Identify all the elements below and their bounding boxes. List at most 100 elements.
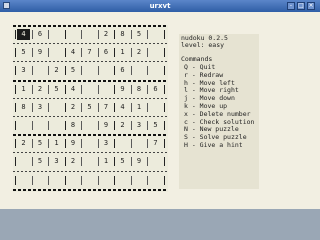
sudoku-cell[interactable] xyxy=(50,47,63,58)
sudoku-cell[interactable]: 5 xyxy=(34,138,47,149)
sudoku-cell[interactable] xyxy=(149,29,162,40)
sudoku-cell[interactable]: 9 xyxy=(116,84,129,95)
sudoku-cell[interactable]: 5 xyxy=(149,120,162,131)
column-separator xyxy=(15,139,16,149)
sudoku-cell[interactable]: 9 xyxy=(67,138,80,149)
sudoku-cell[interactable]: 4 xyxy=(116,102,129,113)
sudoku-cell[interactable] xyxy=(34,120,47,131)
sudoku-cell[interactable]: 6 xyxy=(34,29,47,40)
sudoku-cell[interactable]: 7 xyxy=(100,102,113,113)
board-row: 8 9235 xyxy=(13,120,168,131)
sudoku-cell[interactable] xyxy=(83,120,96,131)
sudoku-cell[interactable] xyxy=(34,175,47,186)
selected-cell[interactable]: 4 xyxy=(17,29,30,40)
sudoku-cell[interactable] xyxy=(83,138,96,149)
sudoku-cell[interactable] xyxy=(149,47,162,58)
sudoku-cell[interactable] xyxy=(17,175,30,186)
sudoku-cell[interactable]: 8 xyxy=(17,102,30,113)
column-separator xyxy=(81,30,82,39)
sudoku-cell[interactable]: 2 xyxy=(133,47,146,58)
sudoku-cell[interactable] xyxy=(83,175,96,186)
sudoku-cell[interactable]: 3 xyxy=(133,120,146,131)
sudoku-cell[interactable] xyxy=(83,65,96,76)
sudoku-cell[interactable] xyxy=(17,120,30,131)
sudoku-cell[interactable]: 1 xyxy=(50,138,63,149)
box-separator xyxy=(13,25,168,27)
title-bar[interactable]: urxvt - □ × xyxy=(0,0,320,12)
sudoku-cell[interactable]: 5 xyxy=(50,84,63,95)
sudoku-cell[interactable] xyxy=(83,29,96,40)
sudoku-cell[interactable]: 6 xyxy=(149,84,162,95)
sudoku-cell[interactable]: 1 xyxy=(133,102,146,113)
sudoku-board[interactable]: 4628559476123256125498683257418923525193… xyxy=(13,25,168,192)
sudoku-cell[interactable] xyxy=(149,65,162,76)
sudoku-cell[interactable]: 8 xyxy=(133,84,146,95)
column-separator xyxy=(97,102,99,112)
sudoku-cell[interactable]: 5 xyxy=(17,47,30,58)
column-separator xyxy=(130,175,132,185)
sudoku-cell[interactable] xyxy=(100,65,113,76)
sudoku-cell[interactable]: 2 xyxy=(50,65,63,76)
maximize-button[interactable]: □ xyxy=(297,2,305,10)
sudoku-cell[interactable]: 4 xyxy=(67,47,80,58)
sudoku-cell[interactable]: 9 xyxy=(34,47,47,58)
sudoku-cell[interactable]: 8 xyxy=(116,29,129,40)
sudoku-cell[interactable]: 1 xyxy=(116,47,129,58)
sudoku-cell[interactable] xyxy=(50,102,63,113)
column-separator xyxy=(97,48,99,58)
sudoku-cell[interactable]: 2 xyxy=(17,138,30,149)
sudoku-cell[interactable]: 5 xyxy=(83,102,96,113)
sudoku-cell[interactable]: 9 xyxy=(133,156,146,167)
sudoku-cell[interactable]: 2 xyxy=(67,156,80,167)
column-separator xyxy=(31,66,33,76)
sudoku-cell[interactable] xyxy=(116,138,129,149)
box-separator xyxy=(13,134,168,137)
sudoku-cell[interactable]: 2 xyxy=(67,102,80,113)
sudoku-cell[interactable] xyxy=(149,156,162,167)
sudoku-cell[interactable] xyxy=(34,65,47,76)
column-separator xyxy=(147,48,148,58)
sudoku-cell[interactable]: 6 xyxy=(116,65,129,76)
sudoku-cell[interactable]: 7 xyxy=(149,138,162,149)
sudoku-cell[interactable]: 2 xyxy=(34,84,47,95)
sudoku-cell[interactable]: 3 xyxy=(50,156,63,167)
sudoku-cell[interactable]: 1 xyxy=(17,84,30,95)
sudoku-cell[interactable] xyxy=(149,175,162,186)
sudoku-cell[interactable]: 8 xyxy=(67,120,80,131)
minimize-button[interactable]: - xyxy=(287,2,295,10)
sudoku-cell[interactable] xyxy=(50,29,63,40)
sudoku-cell[interactable] xyxy=(133,65,146,76)
sudoku-cell[interactable]: 6 xyxy=(100,47,113,58)
column-separator xyxy=(163,121,165,130)
sudoku-cell[interactable] xyxy=(100,175,113,186)
sudoku-cell[interactable] xyxy=(83,156,96,167)
sudoku-cell[interactable] xyxy=(67,175,80,186)
sudoku-cell[interactable] xyxy=(67,29,80,40)
sudoku-cell[interactable] xyxy=(83,84,96,95)
sudoku-cell[interactable]: 5 xyxy=(133,29,146,40)
sudoku-cell[interactable]: 3 xyxy=(34,102,47,113)
sudoku-cell[interactable]: 5 xyxy=(34,156,47,167)
sudoku-cell[interactable]: 2 xyxy=(100,29,113,40)
sudoku-cell[interactable] xyxy=(17,156,30,167)
sudoku-cell[interactable]: 3 xyxy=(100,138,113,149)
sudoku-cell[interactable]: 1 xyxy=(100,156,113,167)
close-button[interactable]: × xyxy=(307,2,315,10)
sudoku-cell[interactable]: 3 xyxy=(17,65,30,76)
sudoku-cell[interactable] xyxy=(133,138,146,149)
row-separator xyxy=(13,116,168,117)
sudoku-cell[interactable] xyxy=(50,175,63,186)
sudoku-cell[interactable]: 5 xyxy=(116,156,129,167)
sudoku-cell[interactable]: 7 xyxy=(83,47,96,58)
terminal-window: urxvt - □ × 4628559476123256125498683257… xyxy=(0,0,320,209)
sudoku-cell[interactable]: 4 xyxy=(67,84,80,95)
sudoku-cell[interactable] xyxy=(133,175,146,186)
sudoku-cell[interactable] xyxy=(149,102,162,113)
sudoku-cell[interactable] xyxy=(100,84,113,95)
sudoku-cell[interactable] xyxy=(116,175,129,186)
sudoku-cell[interactable] xyxy=(50,120,63,131)
sudoku-cell[interactable]: 2 xyxy=(116,120,129,131)
column-separator xyxy=(114,84,115,94)
sudoku-cell[interactable]: 9 xyxy=(100,120,113,131)
sudoku-cell[interactable]: 5 xyxy=(67,65,80,76)
